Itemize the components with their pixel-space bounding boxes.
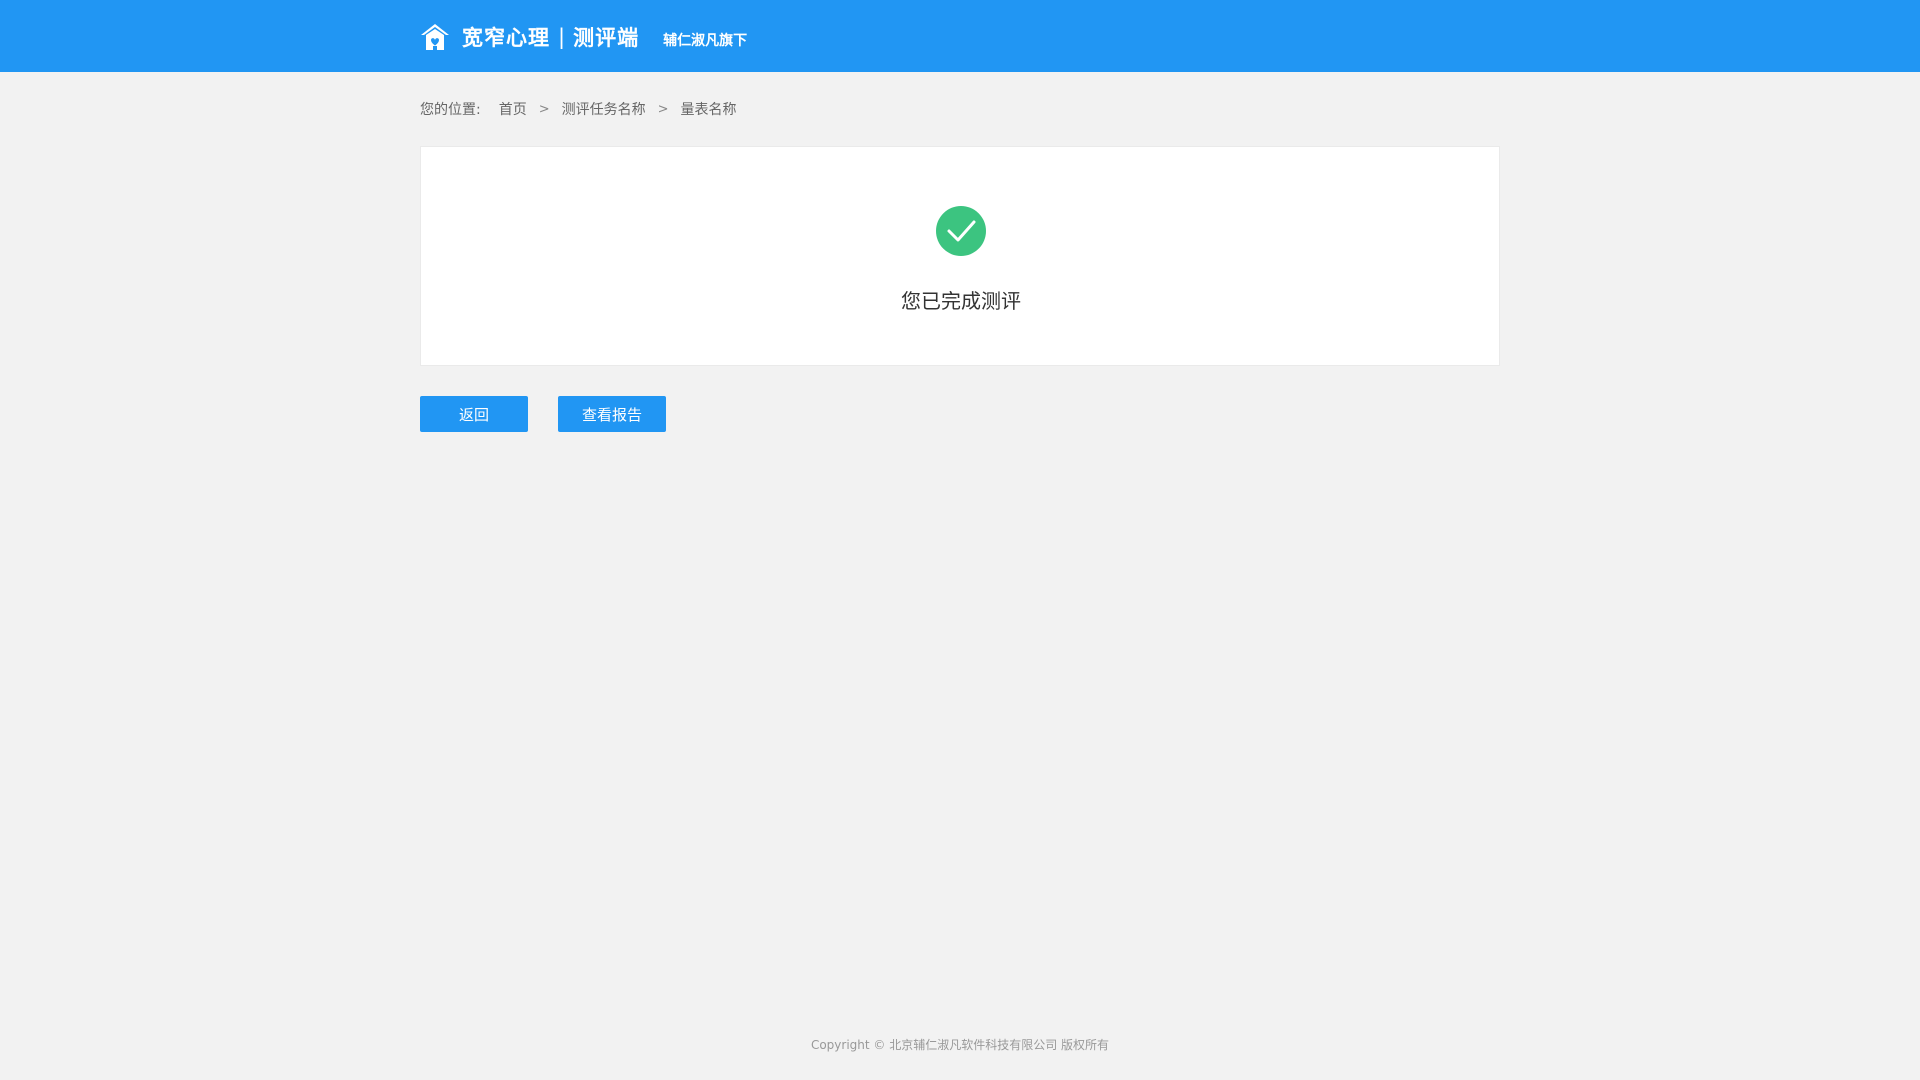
- brand-separator: |: [558, 25, 566, 49]
- result-card: 您已完成测评: [420, 146, 1500, 366]
- breadcrumb: 您的位置: 首页 > 测评任务名称 > 量表名称: [420, 99, 737, 119]
- breadcrumb-scale: 量表名称: [680, 102, 737, 118]
- breadcrumb-task[interactable]: 测评任务名称: [562, 99, 646, 119]
- brand-name: 宽窄心理: [462, 26, 550, 50]
- chevron-right-icon: >: [538, 101, 550, 117]
- brand-subtitle: 测评端: [573, 26, 640, 50]
- logo[interactable]: 宽窄心理 | 测评端 辅仁淑凡旗下: [420, 22, 747, 52]
- breadcrumb-home[interactable]: 首页: [499, 99, 527, 119]
- chevron-right-icon: >: [657, 101, 669, 117]
- back-button[interactable]: 返回: [420, 396, 528, 432]
- brand-tagline: 辅仁淑凡旗下: [663, 33, 748, 49]
- view-report-button[interactable]: 查看报告: [558, 396, 666, 432]
- footer-copyright: Copyright © 北京辅仁淑凡软件科技有限公司 版权所有: [810, 1038, 1110, 1052]
- breadcrumb-prefix: 您的位置:: [420, 102, 481, 118]
- home-icon: [421, 24, 449, 50]
- completion-message: 您已完成测评: [901, 289, 1021, 313]
- top-header: 宽窄心理 | 测评端 辅仁淑凡旗下: [0, 0, 1920, 72]
- check-circle-icon: [936, 206, 986, 256]
